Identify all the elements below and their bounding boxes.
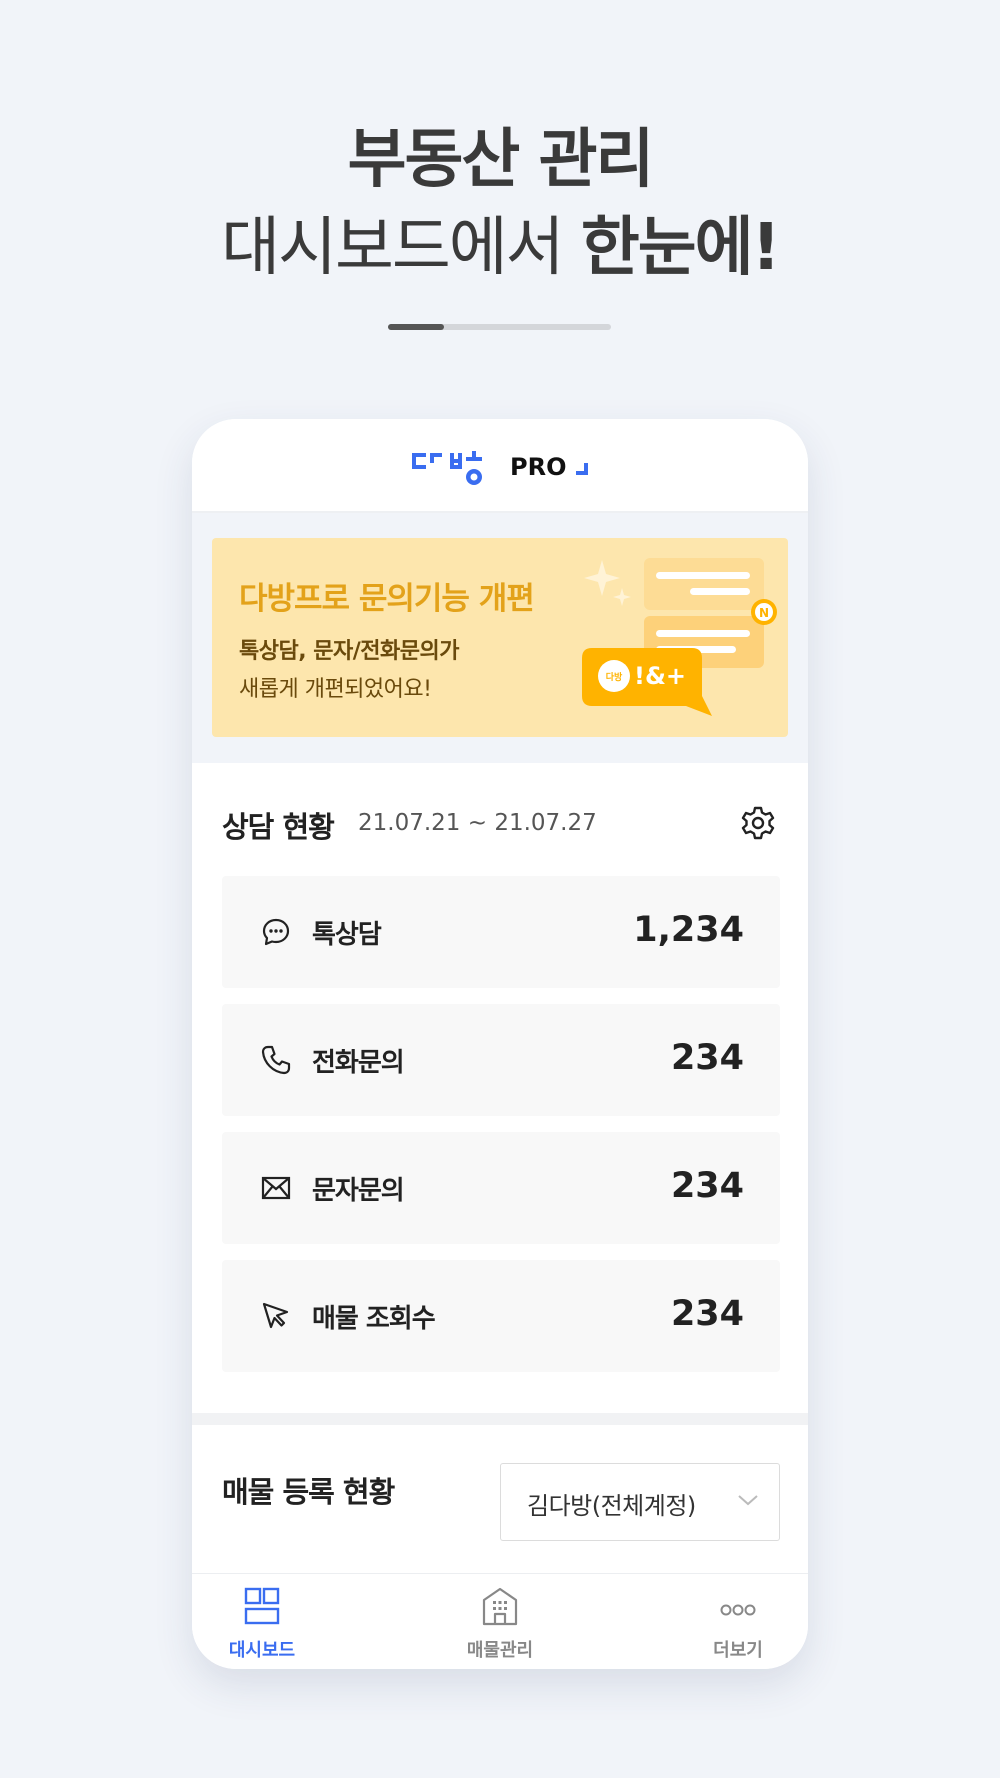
- headline-line2-bold: 한눈에!: [580, 211, 781, 285]
- bottom-nav: 대시보드 매물관리 더보기: [192, 1573, 808, 1669]
- more-icon: [720, 1604, 756, 1616]
- stat-value: 1,234: [633, 910, 744, 950]
- stat-value: 234: [670, 1038, 744, 1078]
- nav-item-listings[interactable]: 매물관리: [430, 1574, 570, 1669]
- stat-label: 매물 조회수: [312, 1304, 436, 1334]
- stat-card-phone[interactable]: 전화문의 234: [222, 1004, 780, 1116]
- banner-bubble-logo: 다방: [606, 671, 623, 683]
- page-indicator: [388, 324, 611, 330]
- stat-value: 234: [670, 1166, 744, 1206]
- logo-corner-mark-icon: [576, 463, 589, 475]
- registration-section-title: 매물 등록 현황: [222, 1475, 395, 1509]
- banner-subtitle-1: 톡상담, 문자/전화문의가: [239, 639, 459, 664]
- logo-pro-label: PRO: [510, 453, 567, 481]
- stat-card-talk[interactable]: 톡상담 1,234: [222, 876, 780, 988]
- gear-icon[interactable]: [740, 805, 776, 841]
- headline-line2-regular: 대시보드에서: [221, 211, 581, 285]
- banner-title: 다방프로 문의기능 개편: [239, 581, 535, 617]
- chat-bubble-icon: [262, 918, 290, 946]
- chevron-down-icon: [738, 1495, 758, 1506]
- account-dropdown[interactable]: 김다방(전체계정): [500, 1463, 780, 1541]
- nav-label: 더보기: [713, 1640, 763, 1661]
- banner-subtitle-2: 새롭게 개편되었어요!: [239, 677, 432, 702]
- nav-label: 매물관리: [466, 1640, 534, 1661]
- consult-section-title: 상담 현황: [222, 810, 335, 844]
- phone-mockup: PRO 다방프로 문의기능 개편 톡상담, 문자/전화문의가 새롭게 개편되었어…: [192, 419, 808, 1669]
- stat-card-sms[interactable]: 문자문의 234: [222, 1132, 780, 1244]
- dashboard-icon: [244, 1587, 280, 1625]
- stat-label: 문자문의: [312, 1176, 405, 1206]
- consult-date-range: 21.07.21 ~ 21.07.27: [358, 810, 597, 836]
- account-dropdown-value: 김다방(전체계정): [527, 1492, 696, 1520]
- stat-value: 234: [670, 1294, 744, 1334]
- banner-chat-illustration-icon: N 다방 !&+: [582, 558, 777, 716]
- cursor-icon: [262, 1302, 289, 1329]
- app-logo: PRO: [410, 445, 596, 489]
- building-icon: [482, 1587, 518, 1626]
- stat-label: 전화문의: [312, 1048, 405, 1078]
- banner-bubble-text: !&+: [634, 662, 686, 690]
- stat-label: 톡상담: [312, 920, 382, 950]
- headline-line2: 대시보드에서 한눈에!: [0, 196, 1000, 288]
- page-indicator-fill: [388, 324, 444, 330]
- promo-banner[interactable]: 다방프로 문의기능 개편 톡상담, 문자/전화문의가 새롭게 개편되었어요! N: [212, 538, 788, 737]
- phone-icon: [261, 1045, 291, 1075]
- nav-item-more[interactable]: 더보기: [668, 1574, 808, 1669]
- headline-line1: 부동산 관리: [347, 123, 655, 197]
- section-divider: [192, 1413, 808, 1425]
- dabang-logo-icon: [412, 451, 482, 485]
- app-header: PRO: [192, 419, 808, 513]
- banner-area: 다방프로 문의기능 개편 톡상담, 문자/전화문의가 새롭게 개편되었어요! N: [192, 513, 808, 763]
- nav-item-dashboard[interactable]: 대시보드: [192, 1574, 332, 1669]
- stat-card-views[interactable]: 매물 조회수 234: [222, 1260, 780, 1372]
- nav-label: 대시보드: [228, 1640, 296, 1661]
- banner-badge: N: [759, 606, 769, 620]
- envelope-icon: [261, 1176, 291, 1200]
